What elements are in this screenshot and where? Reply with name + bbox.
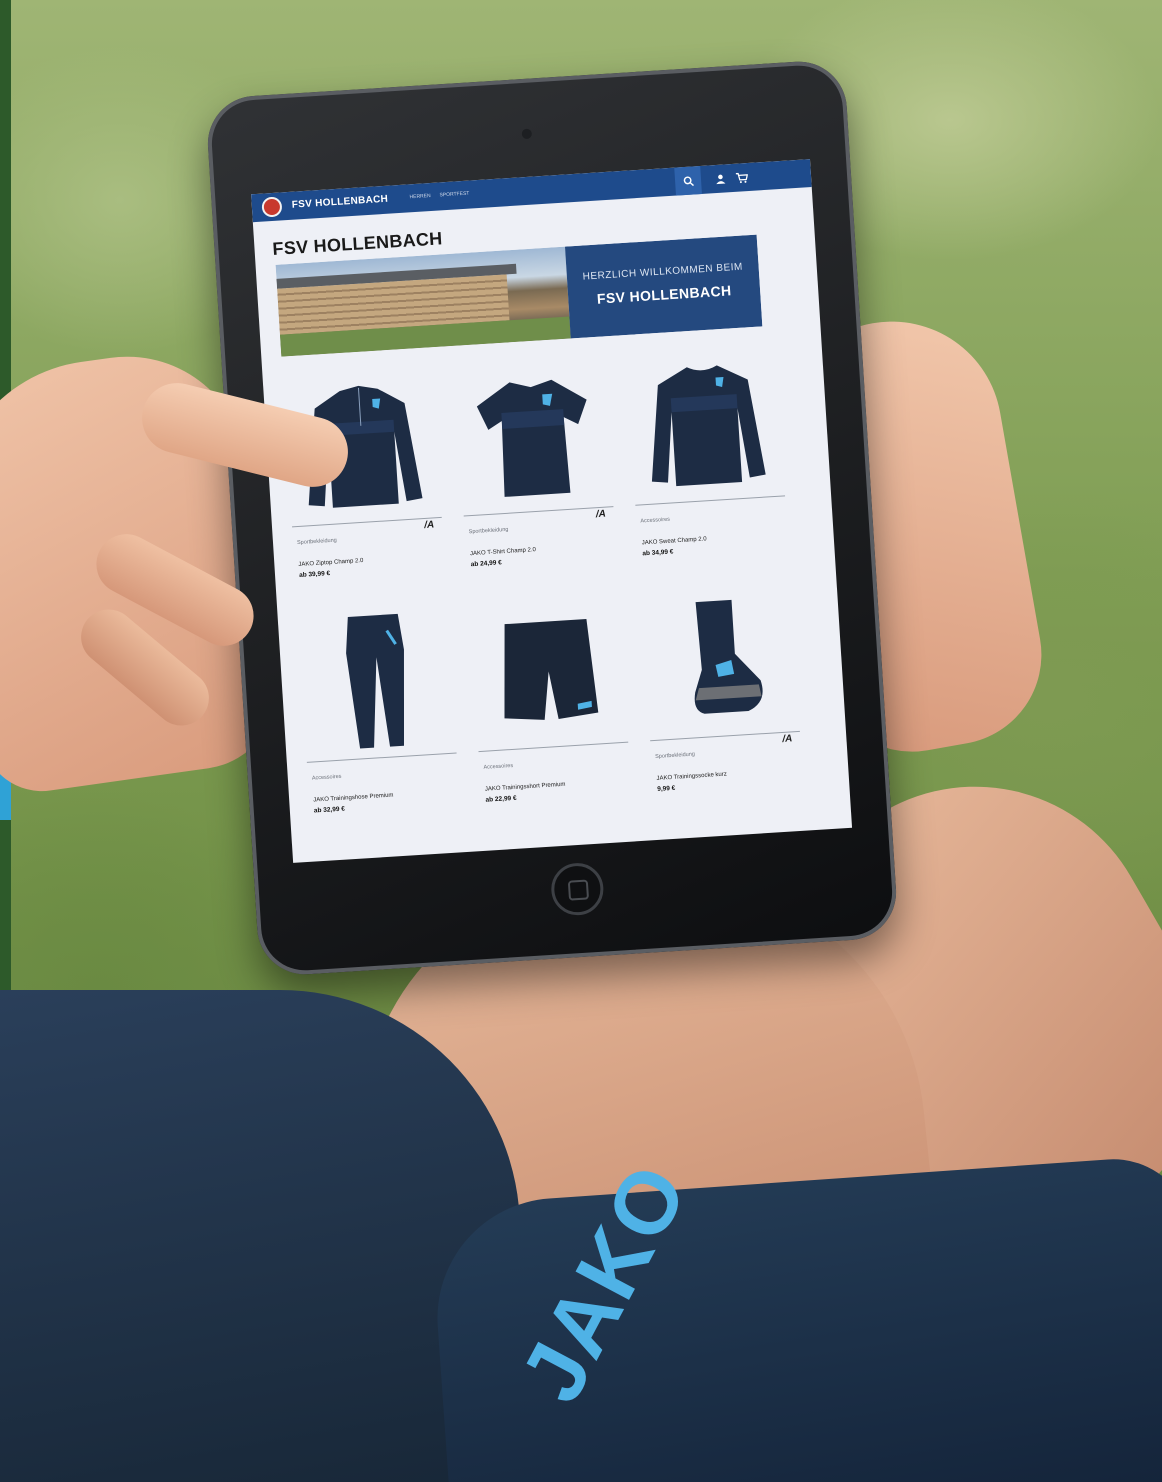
shorts-icon (483, 597, 614, 744)
club-crest-icon[interactable] (261, 196, 283, 218)
brand-logo: /A (423, 519, 435, 532)
product-category: Sportbekleidung (468, 526, 509, 536)
sock-icon (655, 586, 786, 733)
brand-logo: /A (782, 733, 793, 745)
product-price: ab 22,99 € (485, 794, 517, 804)
product-category: Accessoires (311, 773, 342, 782)
product-card[interactable]: Accessoires JAKO Trainingsshort Premium … (469, 596, 633, 825)
product-category: Sportbekleidung (655, 751, 696, 760)
user-icon (715, 174, 725, 184)
product-name[interactable]: JAKO T-Shirt Champ 2.0 (470, 547, 536, 557)
product-price: ab 39,99 € (298, 570, 331, 579)
home-button[interactable] (549, 861, 605, 917)
product-name[interactable]: JAKO Ziptop Champ 2.0 (298, 558, 363, 568)
pants-icon (312, 608, 443, 755)
product-price: 9,99 € (657, 784, 676, 793)
product-name[interactable]: JAKO Sweat Champ 2.0 (642, 536, 707, 546)
product-grid: Sportbekleidung /A JAKO Ziptop Champ 2.0… (283, 349, 800, 815)
product-card[interactable]: Accessoires JAKO Sweat Champ 2.0 ab 34,9… (626, 350, 790, 579)
product-name[interactable]: JAKO Trainingshose Premium (313, 793, 394, 804)
search-icon (683, 175, 694, 186)
product-name[interactable]: JAKO Trainingsshort Premium (485, 782, 566, 793)
home-square-icon (567, 879, 590, 901)
banner-welcome-text: HERZLICH WILLKOMMEN BEIM (582, 261, 744, 283)
product-price: ab 32,99 € (313, 805, 346, 815)
tablet-screen: FSV HOLLENBACH HERREN SPORTFEST FSV HOLL… (251, 159, 853, 863)
sweater-icon (640, 350, 771, 497)
product-card[interactable]: Accessoires JAKO Trainingshose Premium a… (298, 607, 462, 836)
product-name[interactable]: JAKO Trainingssocke kurz (656, 772, 727, 782)
stadium-photo (275, 246, 571, 357)
site-brand[interactable]: FSV HOLLENBACH (292, 194, 389, 211)
banner-club-name: FSV HOLLENBACH (596, 282, 732, 307)
nav-item-sportfest[interactable]: SPORTFEST (439, 191, 469, 199)
shirt (0, 990, 520, 1482)
product-card[interactable]: Sportbekleidung /A JAKO Trainingssocke k… (641, 585, 805, 814)
product-price: ab 24,99 € (470, 559, 503, 569)
cart-button[interactable] (728, 163, 756, 193)
product-category: Accessoires (483, 762, 514, 771)
front-camera (521, 128, 533, 140)
search-button[interactable] (674, 166, 702, 196)
product-category: Sportbekleidung (296, 537, 337, 547)
product-price: ab 34,99 € (642, 548, 674, 558)
tshirt-icon (468, 361, 599, 508)
site-header: FSV HOLLENBACH HERREN SPORTFEST (251, 159, 812, 223)
nav-item-herren[interactable]: HERREN (409, 193, 430, 200)
cart-icon (735, 172, 749, 183)
product-card[interactable]: Sportbekleidung /A JAKO T-Shirt Champ 2.… (455, 360, 619, 589)
photo-background: FSV HOLLENBACH HERREN SPORTFEST FSV HOLL… (0, 0, 1162, 1482)
product-category: Accessoires (640, 516, 671, 525)
brand-logo: /A (595, 508, 607, 521)
tablet: FSV HOLLENBACH HERREN SPORTFEST FSV HOLL… (205, 58, 899, 978)
banner-text-panel: HERZLICH WILLKOMMEN BEIM FSV HOLLENBACH (564, 234, 763, 339)
